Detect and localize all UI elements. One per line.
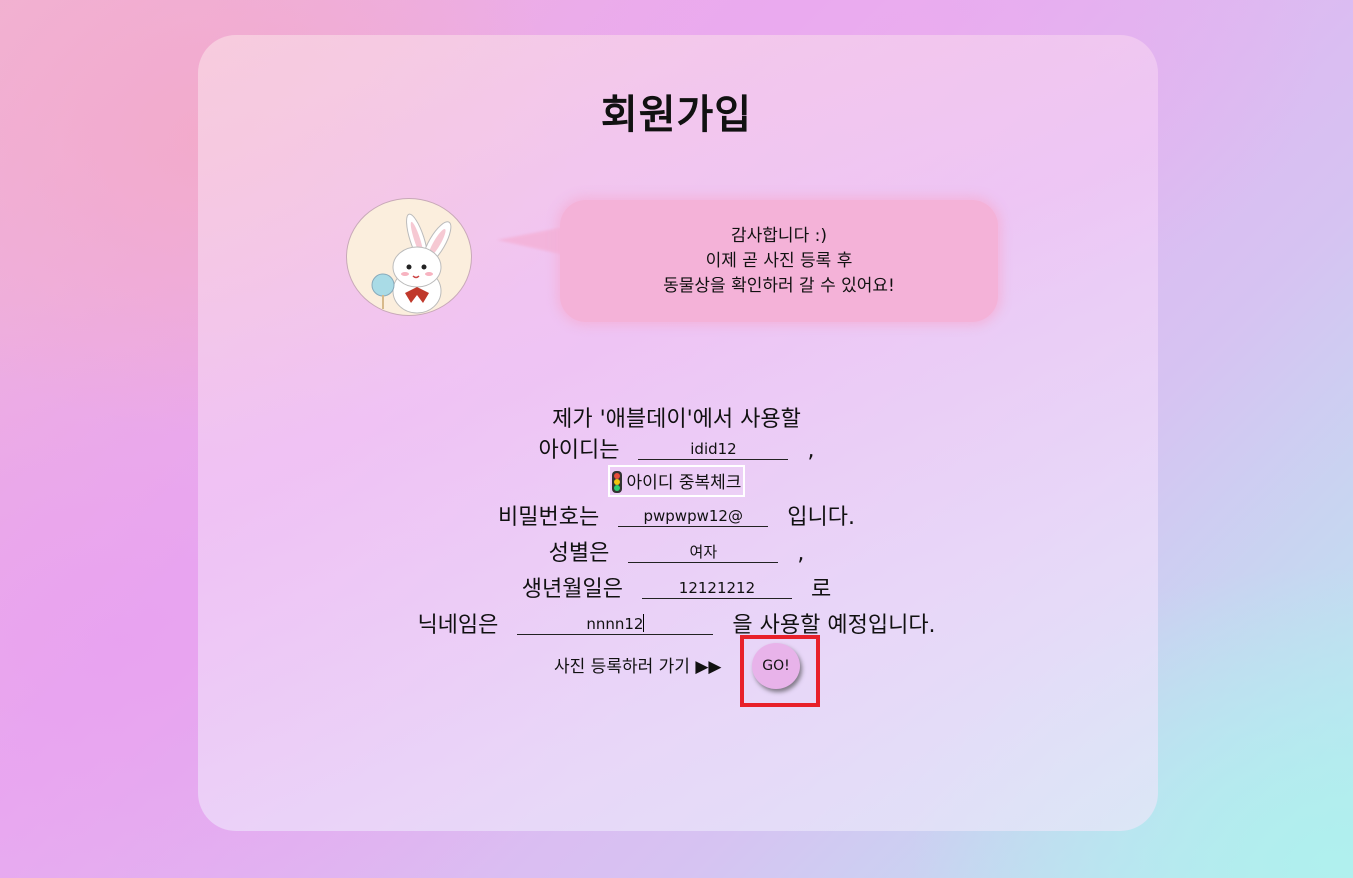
birthdate-input[interactable]: 12121212 <box>641 578 792 599</box>
password-suffix: 입니다. <box>787 505 855 530</box>
password-label: 비밀번호는 <box>498 505 600 530</box>
bubble-line-2: 이제 곧 사진 등록 후 <box>705 250 853 271</box>
go-button[interactable]: GO! <box>752 643 800 689</box>
gender-input[interactable]: 여자 <box>628 542 779 563</box>
text-cursor <box>643 614 645 632</box>
id-label: 아이디는 <box>538 438 620 463</box>
form-intro: 제가 '애블데이'에서 사용할 <box>552 407 801 432</box>
nickname-input[interactable]: nnnn12 <box>517 614 714 635</box>
gender-label: 성별은 <box>548 541 610 566</box>
bubble-line-3: 동물상을 확인하러 갈 수 있어요! <box>663 275 895 296</box>
speech-bubble: 감사합니다 :) 이제 곧 사진 등록 후 동물상을 확인하러 갈 수 있어요! <box>560 200 998 322</box>
birthdate-row: 생년월일은 12121212 로 <box>0 571 1353 603</box>
gender-row: 성별은 여자 , <box>0 535 1353 567</box>
id-suffix: , <box>807 438 815 463</box>
id-row: 아이디는 idid12 , <box>0 432 1353 464</box>
birthdate-suffix: 로 <box>810 577 832 602</box>
id-duplicate-check-label: 아이디 중복체크 <box>626 473 742 493</box>
page-title: 회원가입 <box>600 92 753 138</box>
check-row: 아이디 중복체크 <box>0 465 1353 497</box>
bubble-line-1: 감사합니다 :) <box>731 225 827 246</box>
id-duplicate-check-button[interactable]: 아이디 중복체크 <box>607 465 746 497</box>
nickname-row: 닉네임은 nnnn12 을 사용할 예정입니다. <box>0 607 1353 639</box>
id-input[interactable]: idid12 <box>638 439 789 460</box>
speech-bubble-tail <box>497 226 569 256</box>
birthdate-label: 생년월일은 <box>521 577 623 602</box>
rabbit-avatar-image <box>346 198 472 316</box>
gender-suffix: , <box>797 541 805 566</box>
nickname-value: nnnn12 <box>586 615 644 633</box>
go-button-label: GO! <box>762 658 790 674</box>
password-input[interactable]: pwpwpw12@ <box>618 506 769 527</box>
traffic-light-icon <box>611 471 622 493</box>
nickname-label: 닉네임은 <box>417 613 499 638</box>
password-row: 비밀번호는 pwpwpw12@ 입니다. <box>0 499 1353 531</box>
go-label: 사진 등록하러 가기 ▶▶ <box>554 657 722 677</box>
